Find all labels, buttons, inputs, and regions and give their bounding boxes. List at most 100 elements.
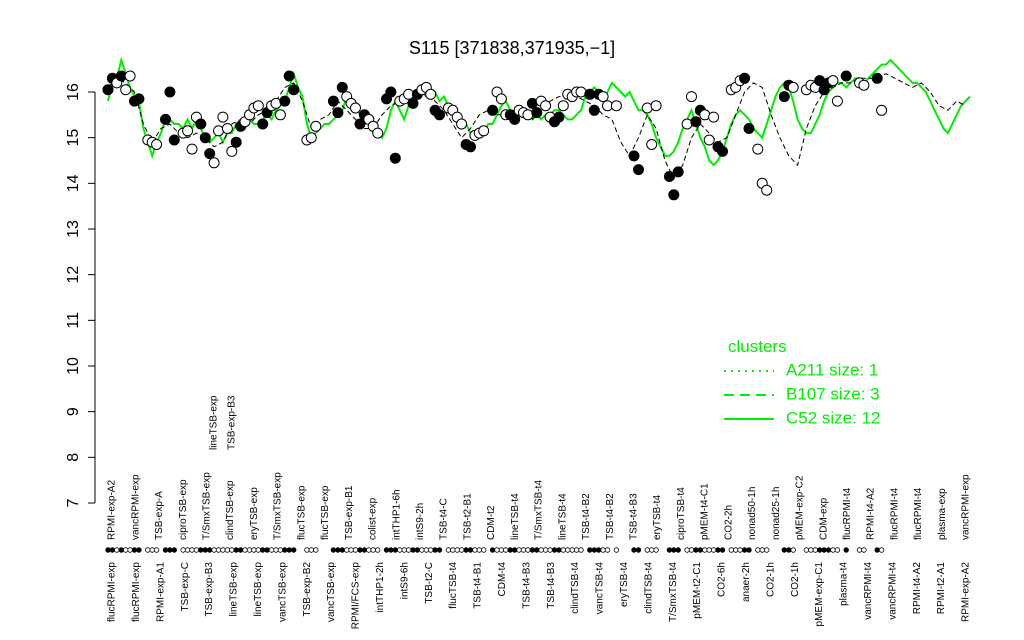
- rug-dot: [666, 547, 673, 553]
- x-tick-label-bottom: intTHP1-2h: [375, 562, 386, 613]
- rug-dot: [551, 547, 558, 553]
- data-point: [778, 91, 790, 103]
- data-point: [310, 120, 322, 132]
- data-point: [199, 132, 211, 144]
- rug-dot: [547, 547, 553, 553]
- rug-dot: [375, 547, 381, 553]
- rug-dot: [162, 547, 169, 553]
- rug-dot: [538, 547, 544, 553]
- rug-dot: [193, 547, 200, 553]
- x-tick-label-bottom: TSB-exp-B2: [302, 562, 313, 617]
- x-tick-label-top: flucTSB-exp: [320, 485, 331, 540]
- x-tick-label-bottom: pMEM-t2-C1: [692, 562, 703, 619]
- x-tick-label-bottom: vancTSB-exp: [277, 562, 288, 622]
- rug-dot: [419, 547, 425, 553]
- rug-dot: [715, 547, 721, 553]
- rug-dot: [512, 547, 518, 553]
- data-point: [283, 70, 295, 82]
- rug-dot: [671, 547, 677, 553]
- rug-dot: [741, 547, 748, 553]
- data-point: [668, 189, 680, 201]
- rug-dot: [405, 547, 412, 553]
- x-tick-label-bottom: clindTSB-t4: [570, 562, 581, 614]
- x-tick-label-top: flucRPMI-t4: [889, 487, 900, 540]
- rug-dot: [145, 547, 151, 553]
- rug-dot: [286, 547, 292, 553]
- rug-dot: [556, 547, 562, 553]
- x-tick-label-bottom: vancTSB-exp: [326, 562, 337, 622]
- rug-dot: [759, 547, 765, 553]
- rug-dot: [180, 547, 186, 553]
- x-tick-label-bottom: T/SmxTSB-t4: [668, 562, 679, 622]
- rug-dot: [202, 547, 208, 553]
- rug-dot: [825, 547, 832, 553]
- y-tick-label: 8: [65, 453, 82, 462]
- data-point: [372, 127, 384, 139]
- legend: clusters A211 size: 1 B107 size: 3 C52 siz…: [724, 337, 881, 427]
- rug-dot: [255, 547, 261, 553]
- rug-dot: [489, 547, 496, 553]
- x-tick-label-mid: lineTSB-exp: [209, 395, 220, 450]
- rug-dot: [710, 547, 717, 553]
- y-tick-label: 12: [65, 266, 82, 284]
- rug-dot: [684, 547, 690, 553]
- x-tick-label-bottom: anaer-2h: [741, 562, 752, 602]
- rug-dot: [786, 547, 792, 553]
- x-tick-label-top: eryTSB-t4: [652, 495, 663, 540]
- x-tick-label-top: TSB-t2-B1: [462, 493, 473, 540]
- rug-dot: [229, 547, 235, 553]
- x-tick-label-top: RPMI-t4-A2: [866, 487, 877, 540]
- rug-dot: [693, 547, 699, 553]
- rug-dot: [719, 547, 726, 553]
- rug-dot: [454, 547, 460, 553]
- x-tick-label-bottom: clindTSB-t4: [643, 562, 654, 614]
- data-point: [628, 150, 640, 162]
- data-point: [274, 109, 286, 121]
- x-tick-label-top: TSB-exp-A: [154, 491, 165, 540]
- y-tick-label: 14: [65, 174, 82, 192]
- data-point: [739, 72, 751, 84]
- data-point: [465, 141, 476, 153]
- data-point: [204, 148, 216, 160]
- data-point: [672, 166, 684, 178]
- x-tick-label-bottom: CO2-1h: [790, 562, 801, 597]
- data-point: [151, 139, 163, 150]
- series-lines: [107, 56, 971, 180]
- legend-title: clusters: [728, 337, 787, 356]
- x-tick-label-top: intTHP1-6h: [391, 489, 402, 540]
- rug-dot: [220, 547, 226, 553]
- data-point: [350, 102, 361, 114]
- rug-dot: [463, 547, 469, 553]
- rug-dot: [591, 547, 597, 553]
- rug-dot: [781, 547, 787, 553]
- rug-dot: [604, 547, 611, 553]
- rug-dot: [153, 547, 160, 553]
- data-point: [827, 75, 839, 87]
- x-tick-label-top: clindTSB-exp: [225, 480, 236, 540]
- data-point: [495, 93, 507, 105]
- rug-dot: [344, 547, 350, 553]
- rug-dot: [215, 547, 222, 553]
- rug-dot: [494, 547, 500, 553]
- x-tick-label-bottom: flucRPMI-exp: [131, 562, 142, 622]
- rug-dot: [414, 547, 421, 553]
- x-tick-label-bottom: TSB-t4-B3: [521, 562, 532, 609]
- rug-dot: [233, 547, 239, 553]
- data-point: [389, 152, 401, 164]
- x-tick-label-bottom: eryTSB-t4: [619, 562, 630, 607]
- rug-dot: [136, 547, 142, 553]
- rug-dot: [476, 547, 482, 553]
- rug-dot: [702, 547, 708, 553]
- rug-dot: [291, 547, 297, 553]
- x-tick-label-top: RPMI-exp-A2: [107, 480, 118, 540]
- rug-dot: [330, 547, 337, 553]
- rug-dot: [198, 547, 204, 553]
- x-tick-label-top: TSB-t4-B2: [605, 493, 616, 540]
- data-point: [752, 143, 764, 155]
- x-tick-label-bottom: plasma-t4: [839, 562, 850, 606]
- x-tick-label-top: T/SmxTSB-exp: [273, 472, 284, 540]
- y-tick-label: 11: [65, 312, 82, 329]
- x-tick-label-top: ciproTSB-t4: [676, 487, 687, 540]
- y-tick-label: 10: [65, 357, 82, 375]
- x-tick-label-top: intS9-2h: [415, 503, 426, 540]
